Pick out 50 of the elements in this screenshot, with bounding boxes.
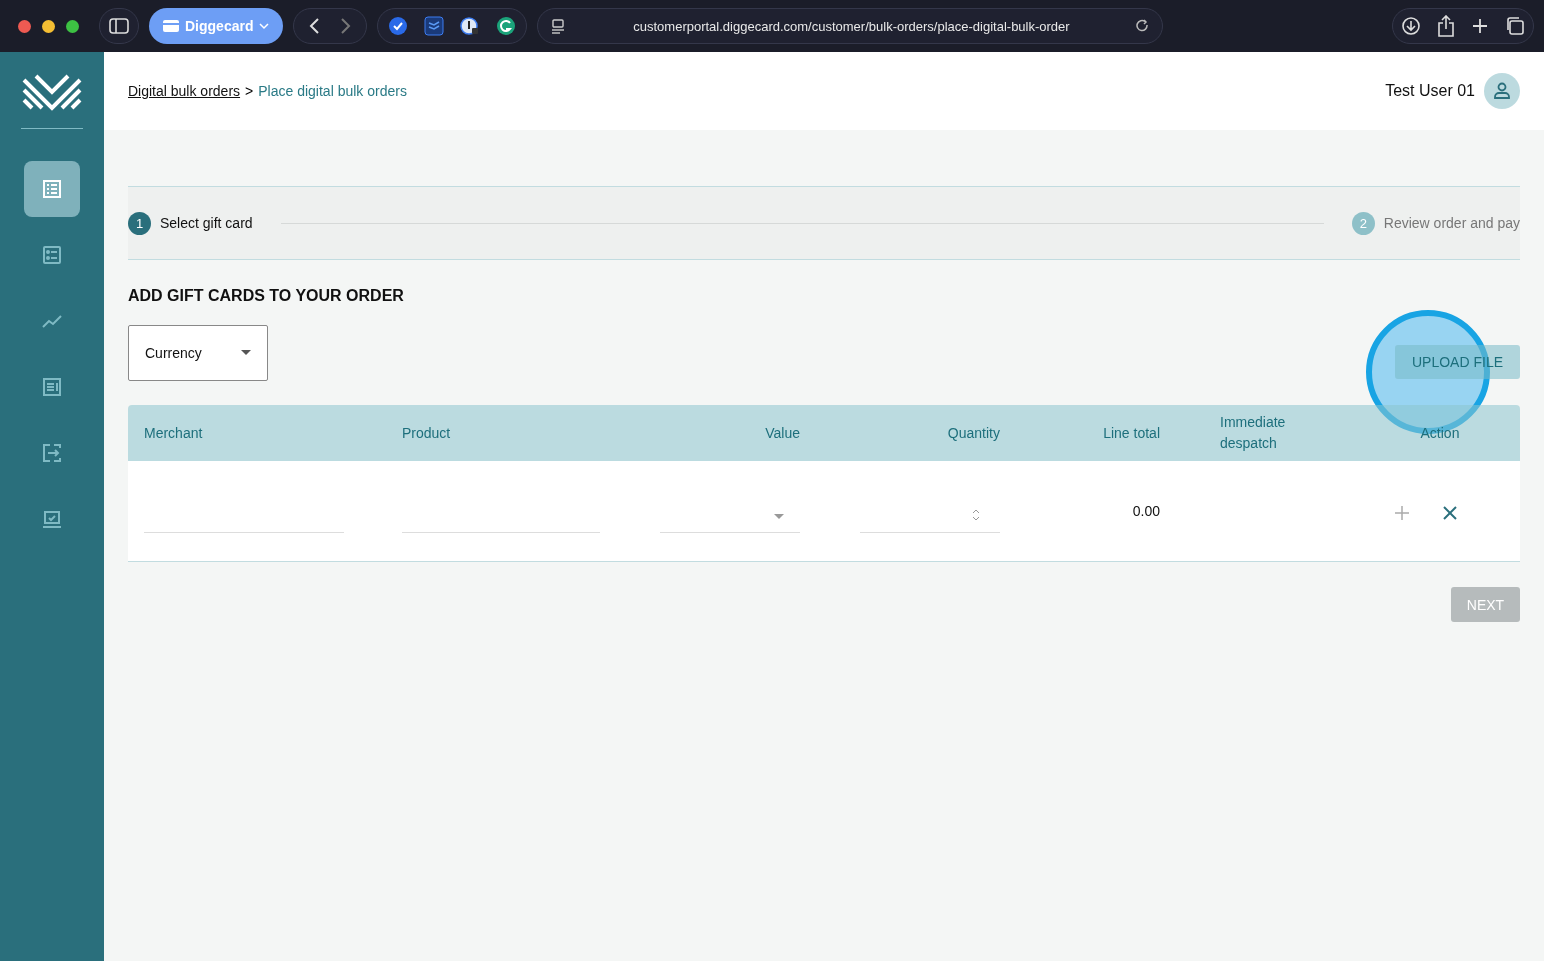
breadcrumb-separator: >: [245, 83, 254, 99]
reload-icon[interactable]: [1136, 19, 1151, 33]
download-icon[interactable]: [1401, 16, 1421, 36]
card-icon: [163, 20, 179, 32]
close-window-icon[interactable]: [18, 19, 31, 33]
step-number: 2: [1351, 211, 1375, 235]
step-label[interactable]: Review order and pay: [1383, 215, 1520, 231]
maximize-window-icon[interactable]: [66, 19, 79, 33]
dropdown-arrow-icon: [241, 350, 251, 356]
breadcrumb-link[interactable]: Digital bulk orders: [128, 83, 241, 99]
column-header: Merchant: [144, 423, 204, 443]
minimize-window-icon[interactable]: [42, 19, 55, 33]
forward-icon[interactable]: [340, 17, 353, 35]
step-number: 1: [128, 211, 151, 235]
stacked-lines-icon[interactable]: [424, 16, 445, 36]
column-header: Line total: [1102, 423, 1161, 443]
sidebar-item[interactable]: [24, 161, 80, 217]
close-icon[interactable]: [1442, 505, 1458, 521]
dropdown-arrow-icon: [774, 514, 784, 520]
address-bar[interactable]: customerportal.diggecard.com/customer/bulk-orders/place-digital-bulk-order: [537, 8, 1164, 44]
grammar-icon[interactable]: [496, 16, 517, 36]
sidebar-icon: [109, 18, 129, 34]
user-name: Test User 01: [1385, 82, 1475, 100]
url-text: customerportal.diggecard.com/customer/bulk-orders/place-digital-bulk-order: [632, 18, 1071, 34]
stepper-arrows-icon: [972, 507, 980, 522]
logo-icon: [22, 74, 82, 112]
page-menu-icon[interactable]: [550, 18, 567, 34]
sidebar-toggle-button[interactable]: [99, 8, 139, 44]
section-title: ADD GIFT CARDS TO YOUR ORDER: [128, 287, 405, 305]
user-avatar-icon[interactable]: [1484, 73, 1520, 109]
column-header: Value: [764, 423, 801, 443]
line-total: 0.00: [1131, 503, 1161, 519]
password-icon[interactable]: [460, 16, 481, 36]
export-icon: [42, 443, 62, 463]
column-header: Quantity: [946, 423, 1001, 443]
step-label[interactable]: Select gift card: [160, 215, 253, 231]
tabs-overview-icon[interactable]: [1505, 16, 1525, 36]
list-icon: [42, 179, 62, 199]
breadcrumb-current: Place digital bulk orders: [258, 83, 407, 99]
back-icon[interactable]: [308, 17, 321, 35]
column-header: Immediate despatch: [1220, 413, 1287, 453]
checkmark-icon[interactable]: [388, 16, 409, 36]
document-icon: [42, 377, 62, 397]
chevron-down-icon: [259, 22, 270, 30]
checklist-icon: [42, 245, 62, 265]
new-tab-icon[interactable]: [1471, 17, 1489, 35]
currency-select[interactable]: Currency: [128, 325, 268, 381]
laptop-icon: [42, 509, 62, 529]
column-header: Product: [402, 423, 452, 443]
share-icon[interactable]: [1437, 15, 1455, 37]
